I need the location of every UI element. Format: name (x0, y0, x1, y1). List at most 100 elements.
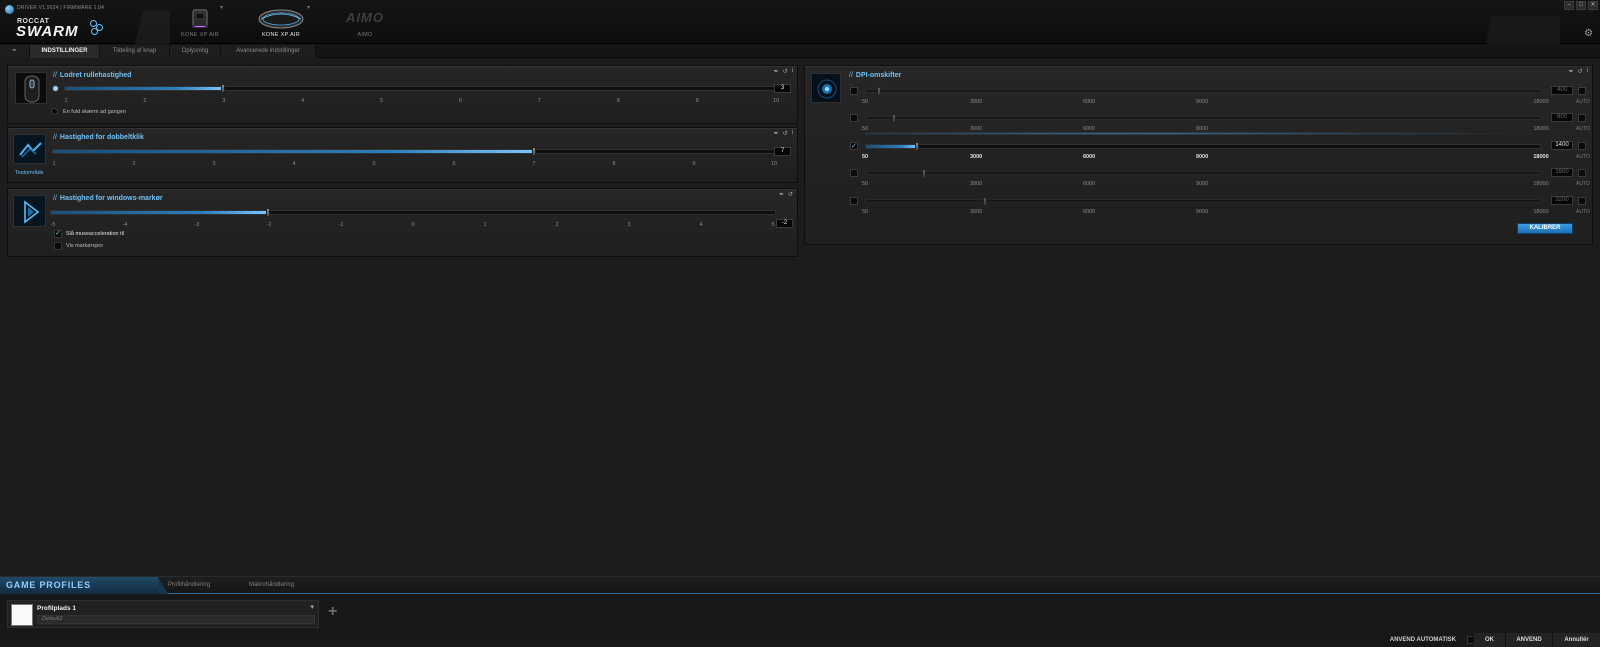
pointer-speed-value[interactable]: -2 (776, 219, 793, 228)
apply-button[interactable]: ANVEND (1505, 633, 1552, 647)
pointer-speed-slider[interactable] (50, 208, 776, 217)
tick-label: 1 (64, 98, 68, 104)
slider-handle[interactable] (892, 114, 897, 123)
doubleclick-slider[interactable] (52, 147, 776, 156)
calibrate-button[interactable]: KALIBRER (1517, 223, 1573, 234)
acceleration-label: Slå museacceleration til (66, 231, 125, 237)
minimize-icon[interactable]: – (1564, 1, 1574, 10)
chevron-down-icon[interactable]: ▾ (307, 4, 310, 11)
chevron-down-icon[interactable]: ▾ (220, 4, 223, 11)
tab-profile-management[interactable]: Profilhåndtering (168, 577, 210, 594)
pointer-trails-checkbox[interactable] (54, 242, 62, 250)
dpi-enable-checkbox[interactable] (850, 87, 858, 95)
dpi-auto-checkbox[interactable] (1578, 169, 1586, 177)
dpi-enable-checkbox[interactable] (850, 169, 858, 177)
dpi-enable-checkbox[interactable]: ✓ (850, 142, 858, 150)
pin-icon[interactable]: ✒ (774, 68, 779, 75)
device-tab-mouse[interactable]: ▾ KONE XP AIR (241, 4, 321, 42)
slider-handle[interactable] (877, 87, 882, 96)
dpi-value[interactable]: 3200 (1551, 196, 1573, 205)
panel-tools: ✒ ↺ i (1569, 68, 1588, 75)
slider-handle[interactable] (532, 147, 537, 156)
maximize-icon[interactable]: □ (1576, 1, 1586, 10)
settings-tabs: ✒ INDSTILLINGER Tildeling af knap Oplysn… (0, 44, 1600, 58)
ok-button[interactable]: OK (1473, 633, 1505, 647)
apply-auto-label: ANVEND AUTOMATISK (1389, 637, 1456, 643)
doubleclick-value[interactable]: 7 (774, 147, 791, 156)
info-icon[interactable]: i (792, 68, 793, 75)
tick-label: 9000 (1195, 181, 1209, 187)
pin-icon[interactable]: ✒ (774, 130, 779, 137)
close-icon[interactable]: ✕ (1588, 1, 1598, 10)
aimo-logo: AIMO (346, 10, 384, 25)
tab-button-assignment[interactable]: Tildeling af knap (100, 45, 170, 58)
dpi-auto-checkbox[interactable] (1578, 87, 1586, 95)
gear-icon[interactable]: ⚙ (1584, 28, 1593, 39)
pin-icon[interactable]: ✒ (1569, 68, 1574, 75)
tick-label: 5 (380, 98, 384, 104)
game-profiles-title: GAME PROFILES (0, 577, 168, 594)
reset-icon[interactable]: ↺ (783, 130, 788, 137)
checkmark-icon: ✓ (55, 230, 61, 237)
profile-image[interactable] (11, 604, 33, 626)
info-icon[interactable]: i (792, 130, 793, 137)
dpi-slider[interactable] (865, 87, 1541, 96)
device-tab-aimo[interactable]: AIMO AIMO (325, 6, 405, 42)
tab-advanced[interactable]: Avancerede indstillinger (221, 45, 316, 58)
tick-label: 50 (861, 181, 869, 187)
dpi-slider[interactable] (865, 142, 1541, 151)
dpi-auto-checkbox[interactable] (1578, 142, 1586, 150)
dpi-value[interactable]: 400 (1551, 86, 1573, 95)
reset-icon[interactable]: ↺ (1578, 68, 1583, 75)
pin-icon[interactable]: ✒ (779, 191, 784, 198)
test-area-icon[interactable] (14, 135, 46, 164)
scroll-speed-value[interactable]: 3 (774, 84, 791, 93)
profile-slot[interactable]: Profilplads 1 Default2 ▾ (7, 600, 319, 628)
slider-handle[interactable] (922, 169, 927, 178)
tab-settings[interactable]: INDSTILLINGER (30, 45, 100, 58)
scroll-speed-slider[interactable] (64, 84, 778, 93)
dpi-slider[interactable] (865, 169, 1541, 178)
dpi-value[interactable]: 800 (1551, 113, 1573, 122)
chevron-down-icon[interactable]: ▾ (310, 603, 314, 611)
header-decoration (1440, 16, 1560, 44)
scroll-speed-ticks: 1 2 3 4 5 6 7 8 9 10 (64, 98, 779, 106)
slider-handle[interactable] (221, 84, 226, 93)
tick-label: 6000 (1082, 209, 1096, 215)
dpi-auto-checkbox[interactable] (1578, 114, 1586, 122)
reset-icon[interactable]: ↺ (788, 191, 793, 198)
device-label: AIMO (357, 32, 373, 38)
dpi-enable-checkbox[interactable] (850, 197, 858, 205)
dpi-enable-checkbox[interactable] (850, 114, 858, 122)
acceleration-checkbox[interactable]: ✓ (54, 230, 62, 238)
tick-label: -4 (122, 222, 128, 228)
info-icon[interactable]: i (1587, 68, 1588, 75)
tab-pin[interactable]: ✒ (0, 45, 30, 58)
swarm-logo-icon (90, 20, 104, 36)
profile-name-input[interactable]: Default2 (37, 615, 315, 624)
reset-icon[interactable]: ↺ (783, 68, 788, 75)
slider-handle[interactable] (914, 142, 919, 151)
scroll-thumbnail (15, 72, 47, 104)
tab-macro-management[interactable]: Makrohåndtering (249, 577, 294, 594)
mouse-wheel-icon (24, 75, 40, 103)
dpi-slider[interactable] (865, 197, 1541, 206)
dpi-value[interactable]: 1400 (1551, 141, 1573, 150)
fullscreen-radio[interactable] (51, 108, 58, 115)
dpi-slider[interactable] (865, 114, 1541, 123)
panel-tools: ✒ ↺ i (774, 68, 793, 75)
scroll-mode-radio[interactable] (52, 85, 59, 92)
cancel-button[interactable]: Annullér (1552, 633, 1600, 647)
device-tab-dock[interactable]: ▾ KONE XP AIR (160, 4, 240, 42)
dpi-value[interactable]: 1600 (1551, 168, 1573, 177)
slider-handle[interactable] (266, 208, 271, 217)
dpi-auto-checkbox[interactable] (1578, 197, 1586, 205)
test-area-label: Testområde (15, 170, 44, 176)
add-profile-icon[interactable]: + (328, 604, 337, 620)
tab-lighting[interactable]: Oplysning (170, 45, 221, 58)
tick-label: 6 (458, 98, 462, 104)
tick-label: 5 (771, 222, 775, 228)
tick-label: 9 (692, 161, 696, 167)
doubleclick-ticks: 1 2 3 4 5 6 7 8 9 10 (52, 161, 777, 169)
slider-handle[interactable] (982, 197, 987, 206)
